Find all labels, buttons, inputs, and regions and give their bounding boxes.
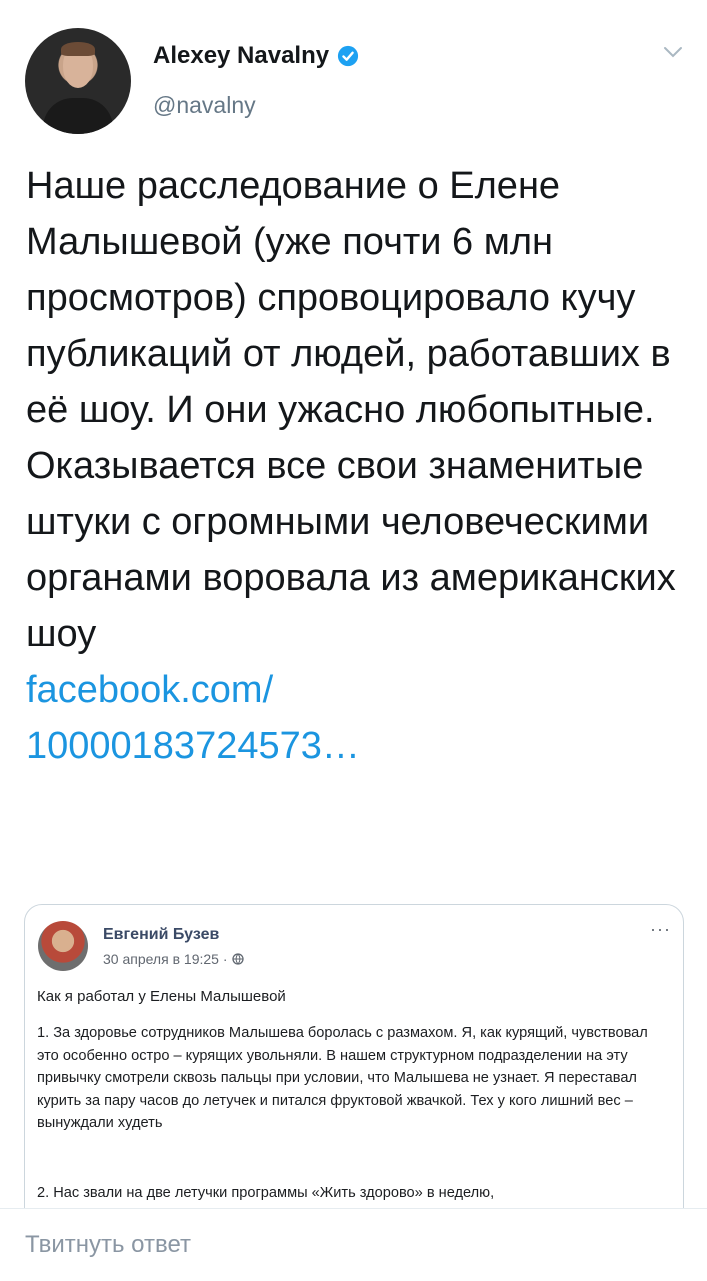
author-name-row[interactable]: Alexey Navalny: [153, 42, 359, 70]
post-date: 30 апреля в 19:25 ·: [103, 951, 228, 967]
avatar-hair: [61, 42, 95, 56]
post-title: Как я работал у Елены Малышевой: [37, 988, 286, 1005]
tweet: Alexey Navalny @navalny Наше расследован…: [0, 0, 707, 1208]
avatar-body: [43, 98, 113, 134]
more-options-icon: ···: [650, 919, 671, 939]
post-author-name: Евгений Бузев: [103, 926, 220, 943]
author-avatar[interactable]: [25, 28, 131, 134]
globe-icon: [231, 953, 244, 965]
verified-badge-icon: [338, 45, 359, 67]
embedded-facebook-post[interactable]: Евгений Бузев 30 апреля в 19:25 · ··· Ка…: [24, 904, 684, 1208]
chevron-down-icon[interactable]: [662, 44, 684, 60]
author-name[interactable]: Alexey Navalny: [153, 42, 329, 70]
author-handle[interactable]: @navalny: [153, 92, 256, 119]
tweet-link-line1[interactable]: facebook.com/: [26, 669, 273, 711]
tweet-text: Наше расследование о Елене Малышевой (уж…: [26, 165, 676, 655]
reply-input[interactable]: Твитнуть ответ: [25, 1231, 191, 1259]
tweet-link[interactable]: facebook.com/ 10000183724573…: [26, 662, 686, 774]
post-paragraph-2: 2. Нас звали на две летучки программы «Ж…: [37, 1185, 495, 1201]
tweet-text-block: Наше расследование о Елене Малышевой (уж…: [26, 158, 686, 774]
post-paragraph-1: 1. За здоровье сотрудников Малышева боро…: [37, 1025, 648, 1131]
post-author-avatar: [38, 921, 88, 971]
tweet-link-line2[interactable]: 10000183724573…: [26, 725, 360, 767]
post-date-row: 30 апреля в 19:25 ·: [103, 951, 244, 967]
reply-bar: Твитнуть ответ: [0, 1208, 707, 1281]
